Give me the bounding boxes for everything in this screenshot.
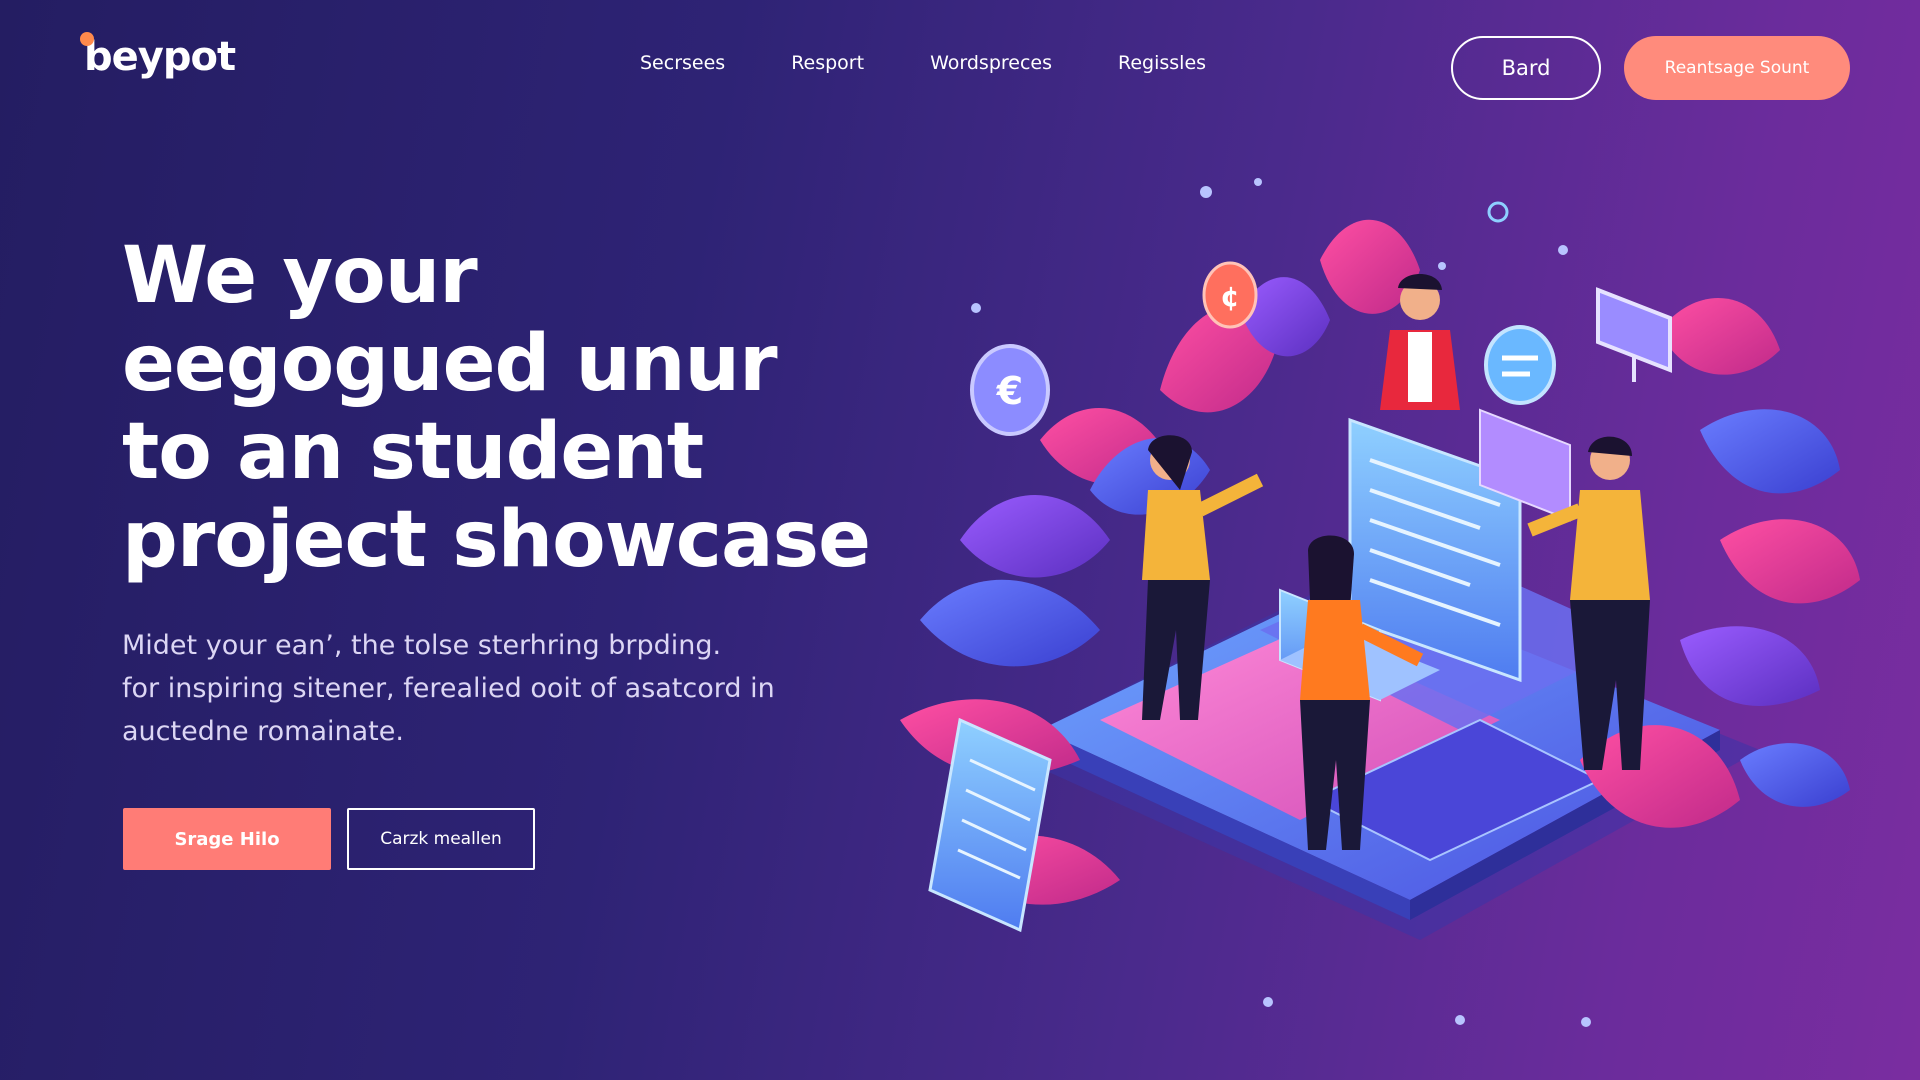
hero-subtitle: Midet your ean’, the tolse sterhring brp… xyxy=(122,624,822,753)
hero-title-line: We your xyxy=(122,231,478,321)
chat-bubble-icon xyxy=(1484,325,1556,405)
hero-subtitle-line: Midet your ean’, the tolse sterhring brp… xyxy=(122,630,722,661)
logo-text: beypot xyxy=(84,34,236,80)
monitor-icon xyxy=(1596,287,1672,382)
main-nav: Secrsees Resport Wordspreces Regissles xyxy=(640,52,1272,74)
nav-link-wordspreces[interactable]: Wordspreces xyxy=(930,52,1052,74)
svg-text:¢: ¢ xyxy=(1220,280,1239,313)
hero-title-line: to an student xyxy=(122,407,704,497)
header-outline-button[interactable]: Bard xyxy=(1451,36,1601,100)
nav-link-services[interactable]: Secrsees xyxy=(640,52,725,74)
nav-link-regissles[interactable]: Regissles xyxy=(1118,52,1206,74)
nav-link-resport[interactable]: Resport xyxy=(791,52,864,74)
hero-title-line: project showcase xyxy=(122,495,871,585)
hero-title: We your eegogued unur to an student proj… xyxy=(122,232,882,584)
header-cta-button[interactable]: Reantsage Sount xyxy=(1624,36,1850,100)
logo[interactable]: beypot xyxy=(80,32,236,80)
hero-subtitle-line: auctedne romainate. xyxy=(122,716,404,747)
euro-coin-icon: € xyxy=(970,344,1050,436)
hero-primary-button[interactable]: Srage Hilo xyxy=(123,808,331,870)
site-header: beypot Secrsees Resport Wordspreces Regi… xyxy=(0,0,1920,130)
hero-title-line: eegogued unur xyxy=(122,319,778,409)
hero-secondary-button[interactable]: Carzk meallen xyxy=(347,808,535,870)
hero-illustration: € ¢ xyxy=(900,178,1860,1027)
svg-text:€: € xyxy=(996,369,1023,413)
hero-subtitle-line: for inspiring sitener, ferealied ooit of… xyxy=(122,673,775,704)
logo-dot-icon xyxy=(80,32,94,46)
cent-coin-icon: ¢ xyxy=(1202,261,1258,329)
